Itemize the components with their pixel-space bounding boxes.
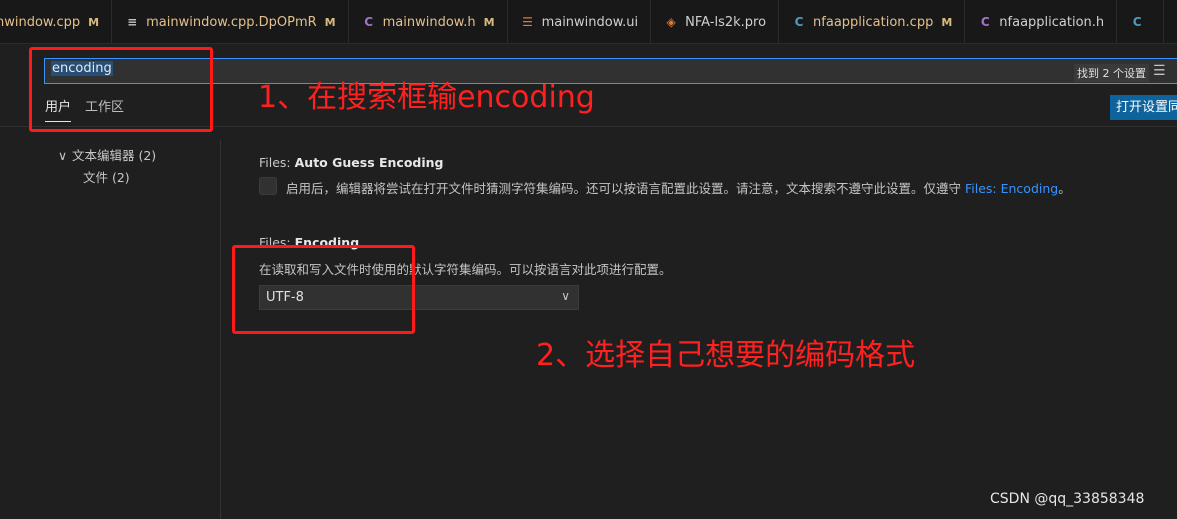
- tab-label: mainwindow.h: [382, 14, 476, 30]
- modified-indicator: M: [483, 15, 495, 29]
- settings-search-box[interactable]: encoding 找到 2 个设置 ☰: [44, 58, 1177, 84]
- toc-item-files[interactable]: 文件 (2): [83, 167, 130, 186]
- filter-list-icon[interactable]: ☰: [1153, 62, 1173, 80]
- tab-label: nfaapplication.h: [999, 14, 1105, 30]
- watermark: CSDN @qq_33858348: [990, 491, 1145, 507]
- tab-nfaapplication-h[interactable]: C nfaapplication.h: [965, 0, 1118, 43]
- chevron-down-icon: ∨: [58, 148, 68, 163]
- open-settings-json-button[interactable]: 打开设置同: [1110, 95, 1177, 120]
- toc-label: 文本编辑器 (2): [72, 148, 157, 163]
- chevron-down-icon: ∨: [561, 289, 570, 303]
- tab-mainwindow-cpp-dpopmr[interactable]: ≡ mainwindow.cpp.DpOPmR M: [112, 0, 349, 43]
- setting-category: Files:: [259, 155, 295, 170]
- rss-icon: ☰: [522, 15, 533, 29]
- tab-label: NFA-ls2k.pro: [685, 14, 767, 30]
- c-header-icon: C: [980, 15, 990, 29]
- setting-description-auto-guess: 启用后，编辑器将尝试在打开文件时猜测字符集编码。还可以按语言配置此设置。请注意，…: [286, 178, 1071, 197]
- annotation-box-encoding: [232, 245, 415, 334]
- tab-mainwindow-ui[interactable]: ☰ mainwindow.ui: [508, 0, 652, 43]
- cpp-icon: C: [1132, 15, 1142, 29]
- setting-name: Auto Guess Encoding: [294, 155, 444, 170]
- annotation-box-search: [29, 47, 213, 132]
- toc-item-text-editor[interactable]: ∨ 文本编辑器 (2): [58, 145, 156, 164]
- description-suffix: 。: [1058, 181, 1071, 196]
- tab-nfa-ls2k-pro[interactable]: ◈ NFA-ls2k.pro: [651, 0, 780, 43]
- description-text: 启用后，编辑器将尝试在打开文件时猜测字符集编码。还可以按语言配置此设置。请注意，…: [286, 181, 965, 196]
- modified-indicator: M: [88, 15, 100, 29]
- setting-title-auto-guess: Files: Auto Guess Encoding: [259, 155, 444, 170]
- modified-indicator: M: [941, 15, 953, 29]
- cpp-icon: C: [794, 15, 804, 29]
- tab-mainwindow-h[interactable]: C mainwindow.h M: [349, 0, 508, 43]
- tab-mainwindow-cpp[interactable]: nwindow.cpp M: [0, 0, 113, 43]
- c-header-icon: C: [364, 15, 374, 29]
- match-count-badge: 找到 2 个设置: [1074, 64, 1149, 82]
- annotation-step1: 1、在搜索框输encoding: [258, 80, 595, 115]
- modified-indicator: M: [324, 15, 336, 29]
- auto-guess-checkbox[interactable]: [259, 177, 277, 195]
- settings-toc: ∨ 文本编辑器 (2) 文件 (2): [0, 140, 221, 519]
- tab-label: mainwindow.cpp.DpOPmR: [146, 14, 317, 30]
- tab-overflow[interactable]: C: [1117, 0, 1165, 43]
- tab-nfaapplication-cpp[interactable]: C nfaapplication.cpp M: [779, 0, 966, 43]
- fox-icon: ◈: [666, 15, 676, 29]
- tab-label: mainwindow.ui: [541, 14, 639, 30]
- toc-label: 文件 (2): [83, 170, 130, 185]
- files-encoding-link[interactable]: Files: Encoding: [965, 181, 1058, 196]
- file-lines-icon: ≡: [127, 15, 138, 29]
- editor-tab-bar: nwindow.cpp M ≡ mainwindow.cpp.DpOPmR M …: [0, 0, 1177, 44]
- tab-label: nwindow.cpp: [0, 14, 81, 30]
- annotation-step2: 2、选择自己想要的编码格式: [536, 338, 916, 373]
- tab-label: nfaapplication.cpp: [813, 14, 934, 30]
